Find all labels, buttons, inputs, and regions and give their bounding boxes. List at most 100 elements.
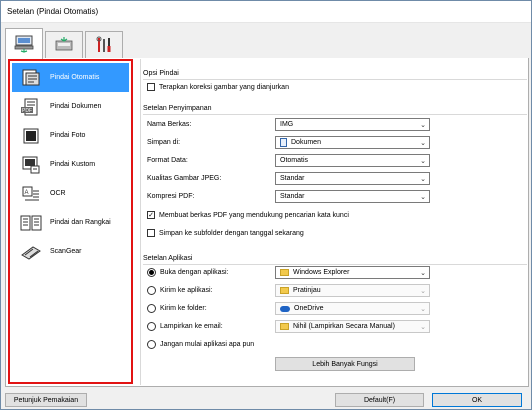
sidebar-item-stitch-scan[interactable]: Pindai dan Rangkai [12,208,129,237]
radio-label: Jangan mulai aplikasi apa pun [160,341,255,348]
radio-circle[interactable] [147,268,156,277]
attach-email-radio[interactable]: Lampirkan ke email: [147,322,223,331]
tab-scan-from-panel[interactable] [45,31,83,58]
chevron-down-icon[interactable]: ⌄ [420,121,426,129]
radio-label: Buka dengan aplikasi: [160,269,229,276]
send-to-folder-value: OneDrive [294,305,324,312]
group-divider [143,264,527,265]
open-with-value: Windows Explorer [293,269,350,276]
subfolder-date-checkbox[interactable]: Simpan ke subfolder dengan tanggal sekar… [147,229,304,237]
jpeg-quality-select[interactable]: Standar ⌄ [275,172,430,185]
radio-circle[interactable] [147,340,156,349]
radio-label: Kirim ke folder: [160,305,207,312]
tab-general-settings[interactable] [85,31,123,58]
data-format-label: Format Data: [147,157,188,164]
send-to-app-radio[interactable]: Kirim ke aplikasi: [147,286,213,295]
file-name-combobox[interactable]: IMG ⌄ [275,118,430,131]
save-settings-title: Setelan Penyimpanan [143,105,212,112]
custom-scan-icon [20,155,42,175]
sidebar-item-label: Pindai dan Rangkai [50,219,111,226]
group-divider [143,79,527,80]
pdf-compression-select[interactable]: Standar ⌄ [275,190,430,203]
pdf-compression-value: Standar [280,193,305,200]
open-with-radio[interactable]: Buka dengan aplikasi: [147,268,229,277]
sidebar-item-label: Pindai Dokumen [50,103,102,110]
file-name-label: Nama Berkas: [147,121,192,128]
checkbox-box[interactable] [147,229,155,237]
checkbox-box[interactable] [147,83,155,91]
chevron-down-icon[interactable]: ⌄ [420,157,426,165]
sidebar-item-ocr[interactable]: A OCR [12,179,129,208]
sidebar-item-label: Pindai Foto [50,132,86,139]
attach-email-value: Nihil (Lampirkan Secara Manual) [293,323,395,330]
open-with-select[interactable]: Windows Explorer ⌄ [275,266,430,279]
sidebar-item-label: Pindai Otomatis [50,74,100,81]
checkbox-label: Simpan ke subfolder dengan tanggal sekar… [159,229,304,237]
documents-folder-icon [280,138,287,147]
settings-panel: Pindai Otomatis PDF Pindai Dokumen Pinda… [5,58,529,387]
sidebar-item-label: OCR [50,190,66,197]
svg-text:PDF: PDF [22,108,32,114]
save-in-select[interactable]: Dokumen ⌄ [275,136,430,149]
settings-window: Setelan (Pindai Otomatis) Pindai Otomati… [0,0,532,410]
chevron-down-icon[interactable]: ⌄ [420,193,426,201]
app-settings-title: Setelan Aplikasi [143,255,193,262]
computer-scan-icon [14,35,34,53]
window-title: Setelan (Pindai Otomatis) [7,7,99,16]
sidebar-item-label: ScanGear [50,248,82,255]
data-format-select[interactable]: Otomatis ⌄ [275,154,430,167]
pdf-compression-label: Kompresi PDF: [147,193,195,200]
more-functions-button[interactable]: Lebih Banyak Fungsi [275,357,415,371]
no-app-radio[interactable]: Jangan mulai aplikasi apa pun [147,340,254,349]
checkbox-box[interactable]: ✓ [147,211,155,219]
folder-icon [280,287,289,294]
photo-icon [20,126,42,146]
jpeg-quality-value: Standar [280,175,305,182]
folder-icon [280,269,289,276]
radio-circle[interactable] [147,304,156,313]
instructions-button[interactable]: Petunjuk Pemakaian [5,393,87,407]
keyword-pdf-checkbox[interactable]: ✓ Membuat berkas PDF yang mendukung penc… [147,211,349,219]
send-to-app-select[interactable]: Pratinjau ⌄ [275,284,430,297]
svg-text:A: A [25,190,29,196]
sidebar-item-custom-scan[interactable]: Pindai Kustom [12,150,129,179]
sidebar-item-photo-scan[interactable]: Pindai Foto [12,121,129,150]
chevron-down-icon[interactable]: ⌄ [420,139,426,147]
radio-label: Lampirkan ke email: [160,323,223,330]
ocr-icon: A [20,184,42,204]
sidebar-item-scangear[interactable]: ScanGear [12,237,129,266]
scan-options-title: Opsi Pindai [143,70,179,77]
sidebar-item-document-scan[interactable]: PDF Pindai Dokumen [12,92,129,121]
send-to-folder-radio[interactable]: Kirim ke folder: [147,304,207,313]
chevron-down-icon[interactable]: ⌄ [420,287,426,295]
attach-email-select[interactable]: Nihil (Lampirkan Secara Manual) ⌄ [275,320,430,333]
checkbox-label: Membuat berkas PDF yang mendukung pencar… [159,211,349,219]
data-format-value: Otomatis [280,157,309,164]
chevron-down-icon[interactable]: ⌄ [420,323,426,331]
sidebar-item-auto-scan[interactable]: Pindai Otomatis [12,63,129,92]
apply-correction-checkbox[interactable]: Terapkan koreksi gambar yang dianjurkan [147,83,289,91]
panel-separator [140,59,141,385]
chevron-down-icon[interactable]: ⌄ [420,305,426,313]
save-in-label: Simpan di: [147,139,181,146]
scan-mode-sidebar: Pindai Otomatis PDF Pindai Dokumen Pinda… [8,59,133,384]
chevron-down-icon[interactable]: ⌄ [420,175,426,183]
defaults-button[interactable]: Default(F) [335,393,424,407]
file-name-value: IMG [280,121,294,128]
tab-strip [5,28,529,59]
scangear-icon [20,242,42,262]
auto-scan-icon [20,68,42,88]
radio-circle[interactable] [147,322,156,331]
group-divider [143,114,527,115]
tab-scan-from-computer[interactable] [5,28,43,59]
pdf-document-icon: PDF [20,97,42,117]
save-in-value: Dokumen [291,139,321,146]
radio-circle[interactable] [147,286,156,295]
ok-button[interactable]: OK [432,393,522,407]
checkbox-label: Terapkan koreksi gambar yang dianjurkan [159,83,289,91]
tools-icon [96,36,111,52]
radio-label: Kirim ke aplikasi: [160,287,213,294]
chevron-down-icon[interactable]: ⌄ [420,269,426,277]
jpeg-quality-label: Kualitas Gambar JPEG: [147,175,222,182]
send-to-folder-select[interactable]: OneDrive ⌄ [275,302,430,315]
